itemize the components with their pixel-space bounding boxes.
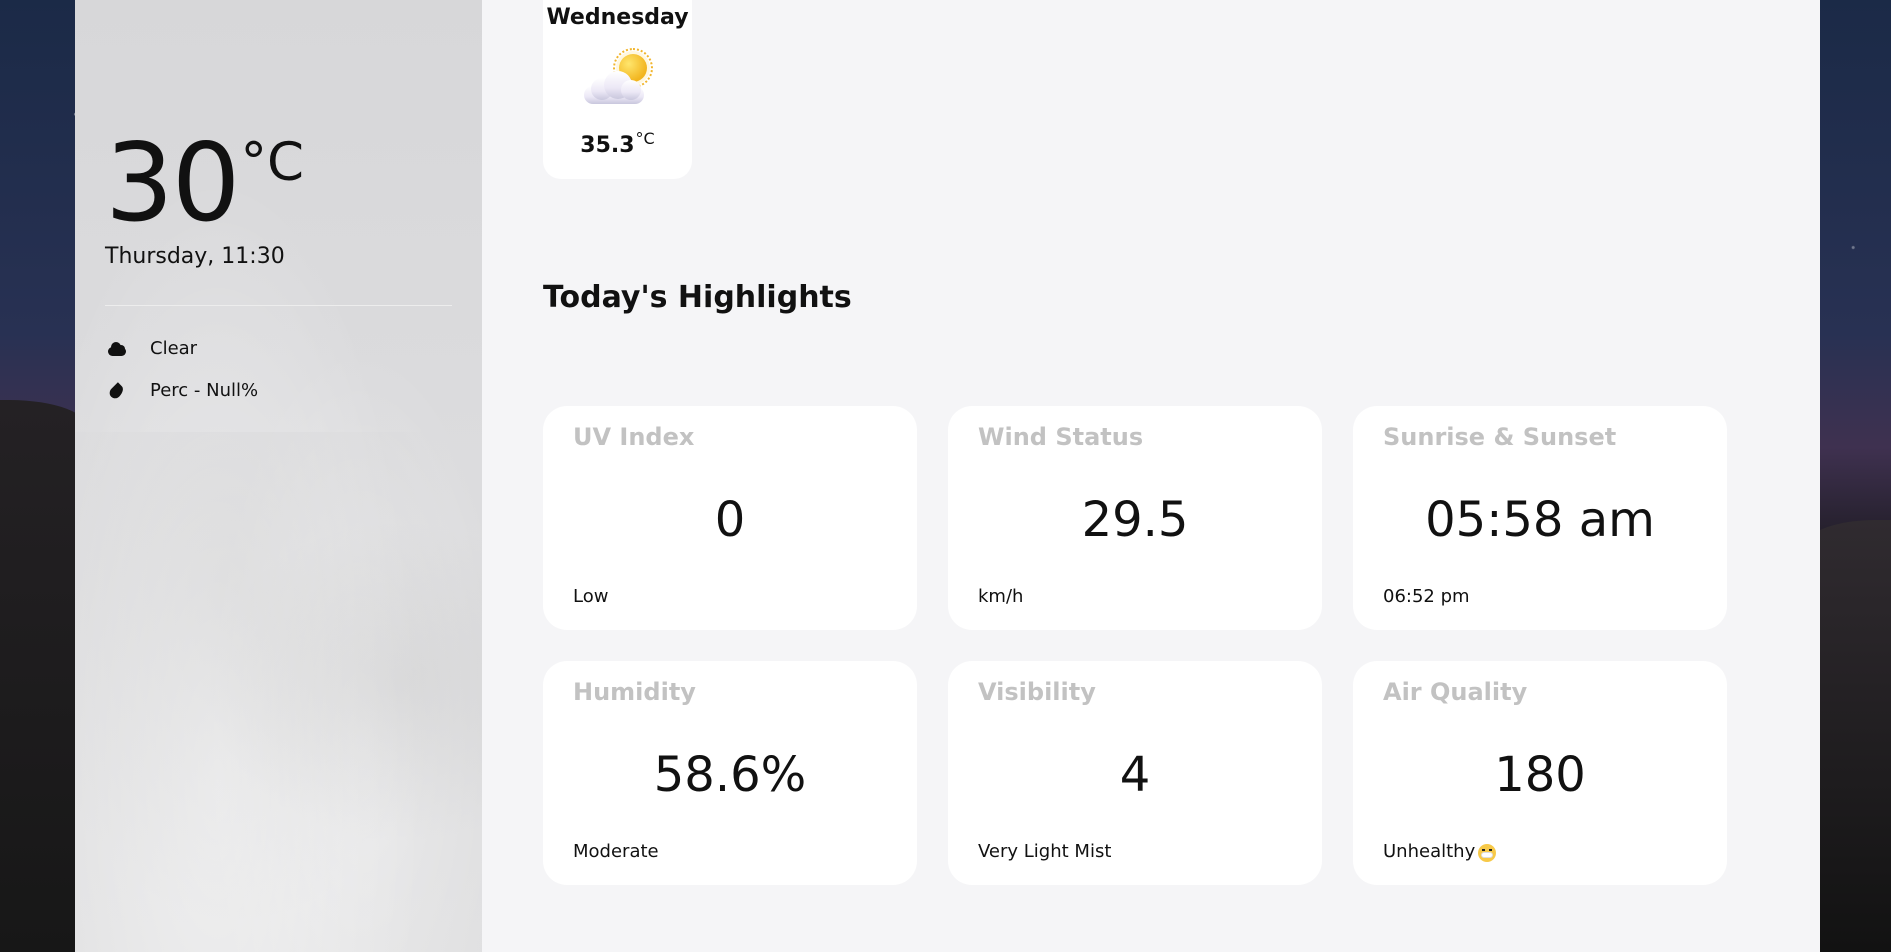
card-title: Visibility <box>978 678 1096 706</box>
card-note-text: 06:52 pm <box>1383 586 1470 607</box>
weather-sidebar: 30 °C Thursday, 11:30 Clear Perc - Null% <box>75 0 482 952</box>
card-note: Very Light Mist <box>978 841 1111 862</box>
forecast-temperature-value: 35.3 <box>580 133 635 158</box>
current-day-time: Thursday, 11:30 <box>105 244 285 269</box>
visibility-card: Visibility 4 Very Light Mist <box>948 661 1322 885</box>
card-note: Moderate <box>573 841 659 862</box>
card-note-text: Very Light Mist <box>978 841 1112 862</box>
condition-clear: Clear <box>105 338 197 359</box>
sunrise-sunset-card: Sunrise & Sunset 05:58 am 06:52 pm <box>1353 406 1727 630</box>
card-value: 29.5 <box>1081 492 1189 548</box>
card-note: Unhealthy <box>1383 841 1497 862</box>
forecast-temperature: 35.3°C <box>543 129 692 158</box>
weather-app: 30 °C Thursday, 11:30 Clear Perc - Null%… <box>75 0 1820 952</box>
card-value: 05:58 am <box>1425 492 1655 548</box>
forecast-day: Wednesday <box>546 5 689 30</box>
card-note-text: Unhealthy <box>1383 841 1476 862</box>
precipitation-label: Perc - Null% <box>150 380 259 401</box>
forecast-temperature-unit: °C <box>635 129 655 148</box>
droplet-icon <box>105 382 127 401</box>
forecast-card[interactable]: Wednesday 35.3°C <box>543 0 692 179</box>
card-note: km/h <box>978 586 1023 607</box>
card-value: 180 <box>1494 747 1586 803</box>
highlights-title: Today's Highlights <box>543 279 852 315</box>
card-value: 0 <box>714 492 746 548</box>
card-note-text: Low <box>573 586 609 607</box>
condition-precipitation: Perc - Null% <box>105 380 258 401</box>
temperature-unit: °C <box>240 132 304 193</box>
card-value: 58.6% <box>653 747 807 803</box>
highlights-grid: UV Index 0 Low Wind Status 29.5 km/h Sun… <box>543 406 1728 885</box>
current-temperature: 30 °C <box>105 130 304 238</box>
card-note-text: km/h <box>978 586 1024 607</box>
card-note: 06:52 pm <box>1383 586 1470 607</box>
sidebar-divider <box>105 305 452 306</box>
air-quality-card: Air Quality 180 Unhealthy <box>1353 661 1727 885</box>
card-title: Air Quality <box>1383 678 1528 706</box>
condition-label: Clear <box>150 338 198 359</box>
weather-main: Wednesday 35.3°C Today's Highlights UV I… <box>482 0 1820 952</box>
mask-face-icon <box>1478 843 1497 862</box>
card-title: Wind Status <box>978 423 1144 451</box>
card-value: 4 <box>1119 747 1151 803</box>
card-note-text: Moderate <box>573 841 659 862</box>
card-note: Low <box>573 586 608 607</box>
cloud-icon <box>105 341 127 356</box>
card-title: UV Index <box>573 423 695 451</box>
card-title: Humidity <box>573 678 696 706</box>
uv-index-card: UV Index 0 Low <box>543 406 917 630</box>
humidity-card: Humidity 58.6% Moderate <box>543 661 917 885</box>
card-title: Sunrise & Sunset <box>1383 423 1617 451</box>
partly-sunny-icon <box>582 48 655 108</box>
wind-status-card: Wind Status 29.5 km/h <box>948 406 1322 630</box>
temperature-value: 30 <box>105 121 240 246</box>
